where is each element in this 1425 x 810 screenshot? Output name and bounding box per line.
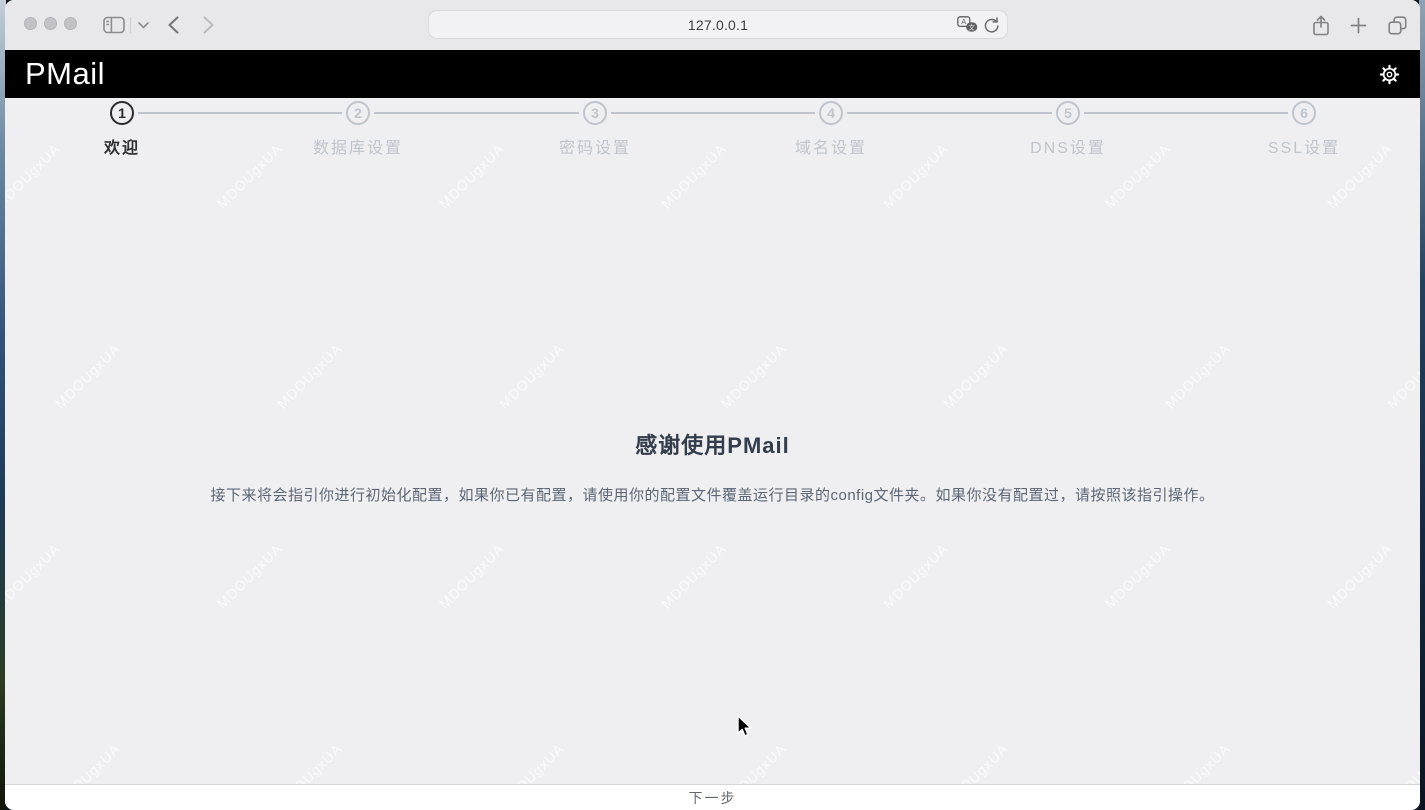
step-domain: 4 域名设置 [751, 101, 911, 158]
step-label: 密码设置 [515, 134, 675, 158]
step-label: 数据库设置 [278, 134, 438, 158]
setup-steps: 1 欢迎 2 数据库设置 3 密码设置 4 域名设置 5 DNS设置 6 SSL… [5, 98, 1420, 168]
tabs-icon[interactable] [1385, 0, 1409, 50]
step-label: 域名设置 [751, 134, 911, 158]
svg-text:A: A [961, 17, 966, 26]
step-circle: 4 [819, 101, 843, 125]
step-label: 欢迎 [42, 134, 202, 158]
welcome-section: 感谢使用PMail 接下来将会指引你进行初始化配置，如果你已有配置，请使用你的配… [5, 428, 1420, 505]
step-password: 3 密码设置 [515, 101, 675, 158]
step-database: 2 数据库设置 [278, 101, 438, 158]
welcome-title: 感谢使用PMail [5, 428, 1420, 460]
share-icon[interactable] [1310, 0, 1332, 50]
next-step-button[interactable]: 下一步 [689, 788, 737, 808]
minimize-window-button[interactable] [44, 17, 57, 30]
step-welcome: 1 欢迎 [42, 101, 202, 158]
svg-text:文: 文 [968, 22, 975, 31]
browser-window: 127.0.0.1 A 文 [5, 0, 1420, 810]
step-label: SSL设置 [1224, 134, 1384, 158]
close-window-button[interactable] [24, 17, 37, 30]
window-controls [24, 17, 77, 30]
step-label: DNS设置 [988, 134, 1148, 158]
page-content: MDOUgxUAMDOUgxUAMDOUgxUAMDOUgxUAMDOUgxUA… [5, 98, 1420, 784]
chevron-down-icon[interactable] [136, 0, 150, 50]
plus-icon[interactable] [1347, 0, 1369, 50]
step-number: 5 [1064, 105, 1072, 121]
step-ssl: 6 SSL设置 [1224, 101, 1384, 158]
translate-icon[interactable]: A 文 [957, 16, 978, 33]
step-number: 3 [591, 105, 599, 121]
app-header: PMail [5, 50, 1420, 98]
step-circle: 5 [1056, 101, 1080, 125]
browser-titlebar: 127.0.0.1 A 文 [5, 0, 1420, 50]
step-circle: 3 [583, 101, 607, 125]
maximize-window-button[interactable] [64, 17, 77, 30]
step-circle: 1 [110, 101, 134, 125]
app-title: PMail [25, 56, 105, 92]
step-number: 1 [118, 105, 126, 121]
address-bar[interactable]: 127.0.0.1 A 文 [428, 10, 1008, 39]
step-number: 4 [827, 105, 835, 121]
sidebar-toggle-icon[interactable] [101, 0, 127, 50]
step-number: 2 [354, 105, 362, 121]
url-text: 127.0.0.1 [688, 17, 748, 33]
back-button[interactable] [164, 0, 182, 50]
forward-button[interactable] [199, 0, 217, 50]
step-dns: 5 DNS设置 [988, 101, 1148, 158]
welcome-description: 接下来将会指引你进行初始化配置，如果你已有配置，请使用你的配置文件覆盖运行目录的… [5, 484, 1420, 505]
toolbar-separator [130, 17, 131, 33]
gear-icon[interactable] [1378, 63, 1401, 86]
reload-icon[interactable] [984, 16, 1000, 33]
step-number: 6 [1300, 105, 1308, 121]
step-circle: 6 [1292, 101, 1316, 125]
wizard-footer: 下一步 [5, 784, 1420, 810]
step-circle: 2 [346, 101, 370, 125]
